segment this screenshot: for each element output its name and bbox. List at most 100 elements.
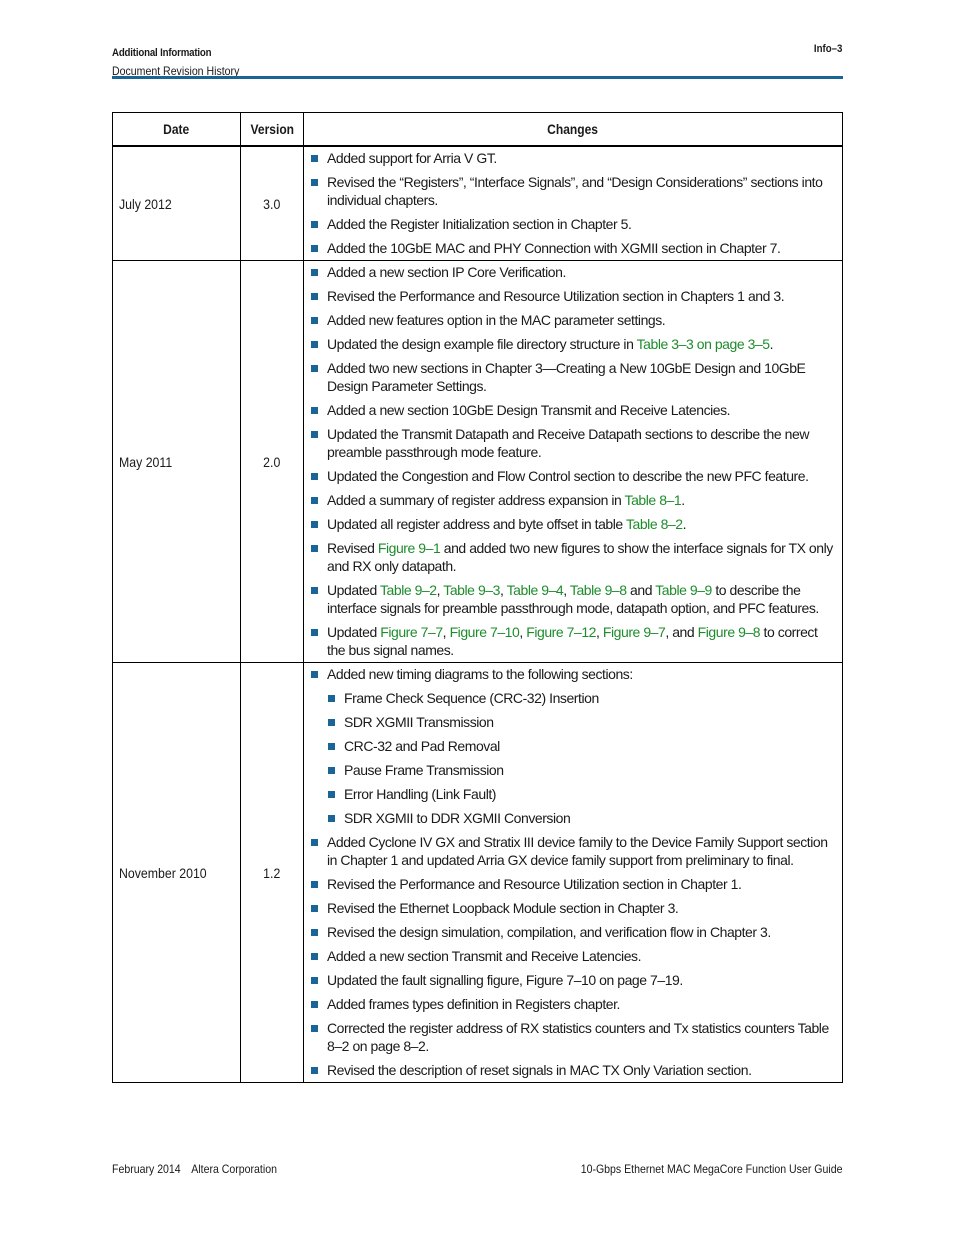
square-bullet-icon [311, 671, 318, 678]
revision-history-table: Date Version Changes July 2012 3.0 Added s… [112, 112, 843, 1083]
change-text: . [682, 516, 687, 532]
square-bullet-icon [311, 905, 318, 912]
change-text: Added a new section IP Core Verification… [327, 264, 566, 280]
square-bullet-icon [328, 791, 335, 798]
square-bullet-icon [311, 365, 318, 372]
change-item: Updated Table 9–2, Table 9–3, Table 9–4,… [310, 581, 834, 617]
square-bullet-icon [311, 341, 318, 348]
sub-change-item: Error Handling (Link Fault) [327, 785, 834, 803]
column-header-changes: Changes [303, 112, 843, 147]
change-item: Added a summary of register address expa… [310, 491, 834, 509]
revision-version: 2.0 [240, 260, 304, 663]
sub-changes-list: Frame Check Sequence (CRC-32) Insertion S… [327, 689, 834, 827]
header-rule [112, 76, 843, 79]
square-bullet-icon [311, 629, 318, 636]
footer-doc-title: 10-Gbps Ethernet MAC MegaCore Function U… [580, 1162, 842, 1176]
cross-reference-link[interactable]: Table 8–1 [625, 492, 682, 508]
change-item: Updated the Transmit Datapath and Receiv… [310, 425, 834, 461]
table-row: July 2012 3.0 Added support for Arria V GT… [112, 145, 843, 261]
change-item: Added the 10GbE MAC and PHY Connection w… [310, 239, 834, 257]
change-item: Corrected the register address of RX sta… [310, 1019, 834, 1055]
change-item: Added new features option in the MAC par… [310, 311, 834, 329]
sub-change-text: CRC-32 and Pad Removal [344, 738, 500, 754]
revision-date: May 2011 [112, 260, 241, 663]
footer-company: Altera Corporation [191, 1162, 277, 1176]
change-text: Updated the design example file director… [327, 336, 637, 352]
square-bullet-icon [311, 953, 318, 960]
sub-change-text: SDR XGMII to DDR XGMII Conversion [344, 810, 571, 826]
cross-reference-link[interactable]: Table 9–8 [570, 582, 627, 598]
square-bullet-icon [311, 293, 318, 300]
change-text: Revised the “Registers”, “Interface Sign… [327, 174, 823, 208]
sub-change-item: Frame Check Sequence (CRC-32) Insertion [327, 689, 834, 707]
change-text: Revised [327, 540, 378, 556]
revision-date: July 2012 [112, 145, 241, 261]
revision-date: November 2010 [112, 662, 241, 1083]
changes-list: Added support for Arria V GT. Revised the… [310, 147, 834, 260]
square-bullet-icon [311, 545, 318, 552]
square-bullet-icon [328, 767, 335, 774]
change-item: Updated the design example file director… [310, 335, 834, 353]
change-text: , and [665, 624, 698, 640]
change-text: Revised the Performance and Resource Uti… [327, 288, 785, 304]
table-header-row: Date Version Changes [112, 112, 843, 147]
change-item: Revised the Performance and Resource Uti… [310, 875, 834, 893]
sub-change-text: Pause Frame Transmission [344, 762, 504, 778]
change-text: Added new features option in the MAC par… [327, 312, 666, 328]
cross-reference-link[interactable]: Figure 7–10 [450, 624, 520, 640]
revision-version: 3.0 [240, 145, 304, 261]
change-text: Added two new sections in Chapter 3—Crea… [327, 360, 806, 394]
change-item: Updated the fault signalling figure, Fig… [310, 971, 834, 989]
square-bullet-icon [328, 815, 335, 822]
change-text: Added frames types definition in Registe… [327, 996, 621, 1012]
square-bullet-icon [311, 269, 318, 276]
cross-reference-link[interactable]: Figure 7–7 [380, 624, 443, 640]
sub-change-item: SDR XGMII to DDR XGMII Conversion [327, 809, 834, 827]
revision-changes: Added new timing diagrams to the followi… [303, 662, 843, 1083]
change-text: Added a summary of register address expa… [327, 492, 625, 508]
sub-change-text: Error Handling (Link Fault) [344, 786, 497, 802]
change-item: Added new timing diagrams to the followi… [310, 665, 834, 827]
change-item: Added the Register Initialization sectio… [310, 215, 834, 233]
cross-reference-link[interactable]: Table 3–3 on page 3–5 [637, 336, 770, 352]
change-text: Added new timing diagrams to the followi… [327, 666, 633, 682]
change-text: Corrected the register address of RX sta… [327, 1020, 829, 1054]
cross-reference-link[interactable]: Table 9–2 [380, 582, 437, 598]
section-title: Additional Information [112, 47, 212, 59]
square-bullet-icon [311, 1067, 318, 1074]
cross-reference-link[interactable]: Table 9–4 [507, 582, 564, 598]
cross-reference-link[interactable]: Figure 9–1 [378, 540, 441, 556]
change-item: Added a new section IP Core Verification… [310, 263, 834, 281]
change-text: Updated the fault signalling figure, Fig… [327, 972, 683, 988]
square-bullet-icon [311, 221, 318, 228]
square-bullet-icon [311, 881, 318, 888]
square-bullet-icon [311, 179, 318, 186]
revision-changes: Added support for Arria V GT. Revised the… [303, 145, 843, 261]
square-bullet-icon [311, 431, 318, 438]
cross-reference-link[interactable]: Figure 9–8 [698, 624, 761, 640]
change-item: Updated all register address and byte of… [310, 515, 834, 533]
change-item: Revised the Ethernet Loopback Module sec… [310, 899, 834, 917]
change-text: Added the 10GbE MAC and PHY Connection w… [327, 240, 781, 256]
square-bullet-icon [311, 521, 318, 528]
page-number: Info–3 [813, 43, 842, 55]
change-text: Updated [327, 582, 380, 598]
sub-change-text: SDR XGMII Transmission [344, 714, 494, 730]
cross-reference-link[interactable]: Figure 7–12 [526, 624, 596, 640]
square-bullet-icon [311, 245, 318, 252]
square-bullet-icon [311, 155, 318, 162]
change-item: Added frames types definition in Registe… [310, 995, 834, 1013]
changes-list: Added a new section IP Core Verification… [310, 261, 834, 662]
change-text: . [769, 336, 774, 352]
change-text: Added a new section Transmit and Receive… [327, 948, 642, 964]
square-bullet-icon [311, 317, 318, 324]
cross-reference-link[interactable]: Figure 9–7 [603, 624, 666, 640]
cross-reference-link[interactable]: Table 9–3 [443, 582, 500, 598]
change-text: and [626, 582, 656, 598]
cross-reference-link[interactable]: Table 8–2 [626, 516, 683, 532]
change-text: Added Cyclone IV GX and Stratix III devi… [327, 834, 828, 868]
column-header-version: Version [240, 112, 304, 147]
table-row: November 2010 1.2 Added new timing diagram… [112, 662, 843, 1083]
footer-date: February 2014 [112, 1162, 181, 1176]
cross-reference-link[interactable]: Table 9–9 [655, 582, 712, 598]
